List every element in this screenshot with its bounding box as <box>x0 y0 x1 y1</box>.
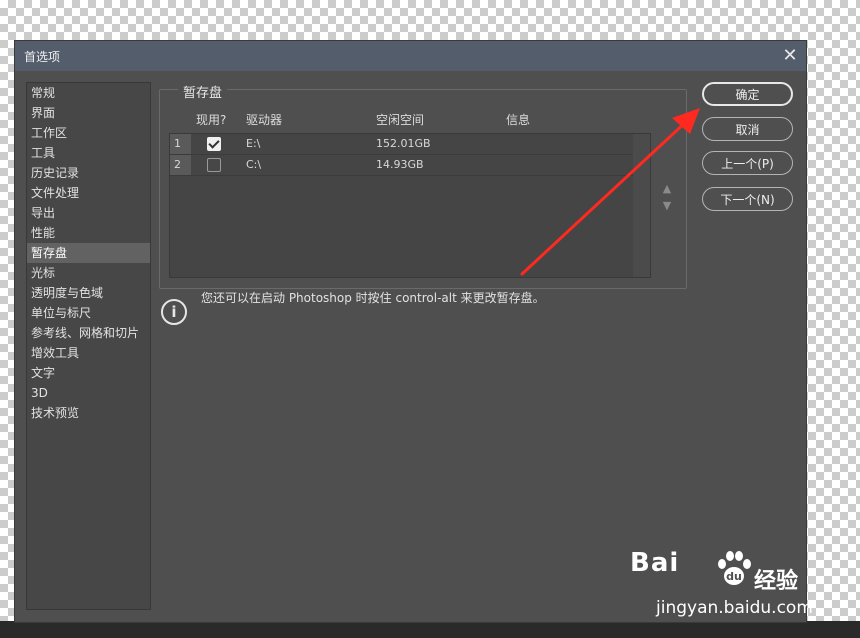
next-button[interactable]: 下一个(N) <box>702 187 793 211</box>
cancel-button[interactable]: 取消 <box>702 117 793 141</box>
watermark-url: jingyan.baidu.com <box>656 598 813 618</box>
sidebar-item[interactable]: 文字 <box>27 363 150 383</box>
sidebar-item[interactable]: 暂存盘 <box>27 243 150 263</box>
sidebar-item[interactable]: 界面 <box>27 103 150 123</box>
title-bar: 首选项 ✕ <box>15 41 806 71</box>
paw-icon: du <box>718 551 751 585</box>
sidebar-item[interactable]: 历史记录 <box>27 163 150 183</box>
sidebar-item[interactable]: 单位与标尺 <box>27 303 150 323</box>
scratch-disk-table: 1 E:\ 152.01GB 2 C:\ 14.93GB <box>169 133 651 278</box>
sidebar-item[interactable]: 文件处理 <box>27 183 150 203</box>
column-header-info: 信息 <box>506 113 531 127</box>
sidebar-item[interactable]: 增效工具 <box>27 343 150 363</box>
sidebar-item[interactable]: 光标 <box>27 263 150 283</box>
info-text: 您还可以在启动 Photoshop 时按住 control-alt 来更改暂存盘… <box>201 291 545 305</box>
ok-button[interactable]: 确定 <box>702 82 793 106</box>
dialog-title: 首选项 <box>24 50 61 64</box>
sidebar-item[interactable]: 工作区 <box>27 123 150 143</box>
table-scroll-strip <box>633 134 650 277</box>
table-row[interactable]: 2 C:\ 14.93GB <box>170 155 633 175</box>
column-header-drive: 驱动器 <box>246 113 283 127</box>
row-separator <box>170 175 633 176</box>
watermark: Bai du 经验 jingyan.baidu.com <box>630 548 820 622</box>
drive-cell: E:\ <box>246 137 261 150</box>
scratch-disk-group: 暂存盘 现用? 驱动器 空闲空间 信息 1 E:\ 152.01GB 2 C:\ 14.9… <box>159 82 687 289</box>
row-number: 1 <box>170 134 191 154</box>
info-icon: i <box>161 299 187 325</box>
table-row[interactable]: 1 E:\ 152.01GB <box>170 134 633 154</box>
preferences-dialog: 首选项 ✕ 常规 界面 工作区 工具 历史记录 文件处理 导出 性能 暂存盘 光标 透明度与色域 单位… <box>14 40 807 623</box>
triangle-up-icon[interactable]: ▲ <box>660 180 674 197</box>
previous-button[interactable]: 上一个(P) <box>702 151 793 175</box>
drive-cell: C:\ <box>246 158 262 171</box>
close-icon[interactable]: ✕ <box>779 45 801 67</box>
preferences-sidebar: 常规 界面 工作区 工具 历史记录 文件处理 导出 性能 暂存盘 光标 透明度与色域 单位与标尺 参考线… <box>26 82 151 610</box>
sidebar-item[interactable]: 透明度与色域 <box>27 283 150 303</box>
sidebar-item[interactable]: 参考线、网格和切片 <box>27 323 150 343</box>
free-space-cell: 14.93GB <box>376 158 424 171</box>
watermark-logo-text: Bai <box>630 548 680 578</box>
active-checkbox[interactable] <box>207 137 221 151</box>
row-number: 2 <box>170 155 191 175</box>
column-header-active: 现用? <box>196 113 227 127</box>
sidebar-item[interactable]: 常规 <box>27 83 150 103</box>
active-checkbox[interactable] <box>207 158 221 172</box>
group-title: 暂存盘 <box>178 82 228 101</box>
sidebar-item[interactable]: 技术预览 <box>27 403 150 423</box>
triangle-down-icon[interactable]: ▼ <box>660 197 674 214</box>
bottom-bar <box>0 621 860 638</box>
reorder-arrows: ▲ ▼ <box>660 180 674 214</box>
sidebar-item[interactable]: 3D <box>27 383 150 403</box>
sidebar-item[interactable]: 工具 <box>27 143 150 163</box>
sidebar-item[interactable]: 导出 <box>27 203 150 223</box>
free-space-cell: 152.01GB <box>376 137 431 150</box>
column-header-free-space: 空闲空间 <box>376 113 425 127</box>
svg-text:du: du <box>726 570 742 583</box>
sidebar-item[interactable]: 性能 <box>27 223 150 243</box>
watermark-brand: 经验 <box>754 569 799 594</box>
